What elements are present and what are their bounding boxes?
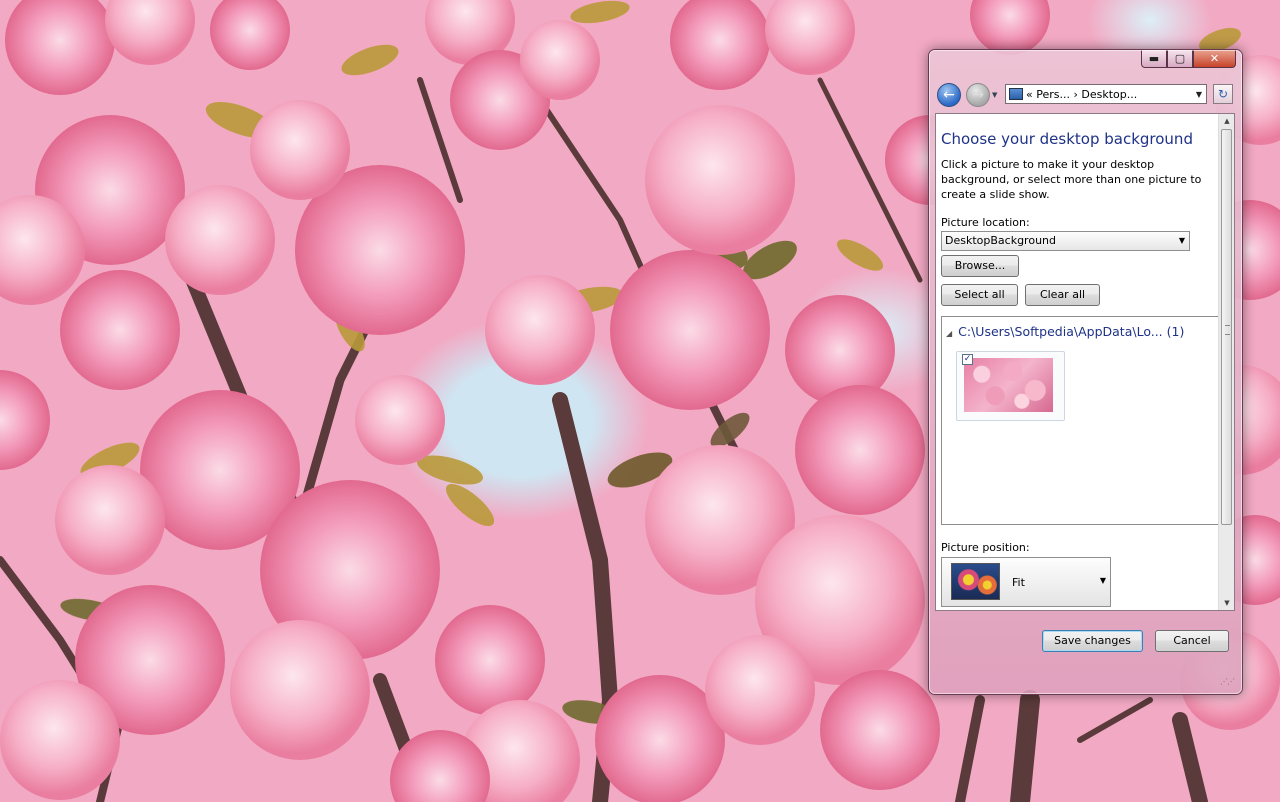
desktop-background-window: ▬ ▢ ✕ ← → ▼ « Pers... › Desktop... ▼ ↻ C… xyxy=(928,49,1243,695)
forward-arrow-icon: → xyxy=(972,87,984,103)
picture-location-value: DesktopBackground xyxy=(945,234,1056,247)
group-header-path: C:\Users\Softpedia\AppData\Lo... (1) xyxy=(958,324,1185,339)
breadcrumb-overflow[interactable]: « xyxy=(1026,88,1033,101)
back-arrow-icon: ← xyxy=(943,87,955,103)
close-icon: ✕ xyxy=(1209,52,1220,65)
content-pane: Choose your desktop background Click a p… xyxy=(935,113,1235,611)
dropdown-arrow-icon: ▼ xyxy=(1099,576,1106,585)
picture-thumbnail[interactable]: ✓ xyxy=(956,351,1065,421)
cherry-blossom-thumbnail-image xyxy=(964,358,1053,412)
browse-button[interactable]: Browse... xyxy=(941,255,1019,277)
breadcrumb-separator: › xyxy=(1073,87,1078,101)
back-button[interactable]: ← xyxy=(937,83,961,107)
save-changes-button[interactable]: Save changes xyxy=(1042,630,1143,652)
maximize-button[interactable]: ▢ xyxy=(1167,50,1193,68)
resize-grip-icon[interactable]: ⋰⋰ xyxy=(1220,677,1235,686)
dropdown-arrow-icon: ▼ xyxy=(1178,236,1185,245)
refresh-icon: ↻ xyxy=(1217,87,1229,101)
position-preview-icon xyxy=(951,563,1000,600)
close-button[interactable]: ✕ xyxy=(1193,50,1236,68)
address-bar[interactable]: « Pers... › Desktop... ▼ xyxy=(1005,84,1207,104)
select-all-button[interactable]: Select all xyxy=(941,284,1018,306)
dropdown-arrow-icon: ▼ xyxy=(992,91,998,99)
scroll-up-icon[interactable]: ▲ xyxy=(1219,114,1234,128)
checkbox-icon[interactable]: ✓ xyxy=(962,354,973,365)
scrollbar-thumb[interactable] xyxy=(1221,129,1232,525)
control-panel-icon xyxy=(1009,88,1023,100)
cancel-button[interactable]: Cancel xyxy=(1155,630,1229,652)
refresh-button[interactable]: ↻ xyxy=(1213,84,1233,104)
navigation-bar: ← → ▼ « Pers... › Desktop... ▼ ↻ xyxy=(935,82,1235,110)
breadcrumb: « Pers... › Desktop... xyxy=(1026,88,1192,101)
minimize-icon: ▬ xyxy=(1148,52,1160,65)
picture-location-label: Picture location: xyxy=(941,216,1030,229)
grip-icon xyxy=(1225,325,1230,335)
breadcrumb-personalization[interactable]: Pers... xyxy=(1036,88,1070,101)
minimize-button[interactable]: ▬ xyxy=(1141,50,1167,68)
picture-position-label: Picture position: xyxy=(941,541,1030,554)
picture-position-value: Fit xyxy=(1012,576,1025,589)
instructions-text: Click a picture to make it your desktop … xyxy=(941,158,1202,201)
recent-pages-dropdown[interactable]: ▼ xyxy=(992,91,1000,99)
address-dropdown-icon[interactable]: ▼ xyxy=(1192,90,1206,99)
vertical-scrollbar[interactable]: ▲ ▼ xyxy=(1218,114,1234,610)
collapse-triangle-icon[interactable]: ◢ xyxy=(946,329,952,338)
picture-location-select[interactable]: DesktopBackground ▼ xyxy=(941,231,1190,251)
scroll-down-icon[interactable]: ▼ xyxy=(1219,596,1234,610)
picture-list: ◢ C:\Users\Softpedia\AppData\Lo... (1) ✓ xyxy=(941,316,1230,525)
page-title: Choose your desktop background xyxy=(941,130,1193,148)
maximize-icon: ▢ xyxy=(1174,52,1186,65)
picture-position-select[interactable]: Fit ▼ xyxy=(941,557,1111,607)
breadcrumb-desktop-background[interactable]: Desktop... xyxy=(1081,88,1137,101)
clear-all-button[interactable]: Clear all xyxy=(1025,284,1100,306)
group-header[interactable]: ◢ C:\Users\Softpedia\AppData\Lo... (1) xyxy=(946,324,1184,339)
forward-button[interactable]: → xyxy=(966,83,990,107)
caption-buttons: ▬ ▢ ✕ xyxy=(1141,50,1236,69)
